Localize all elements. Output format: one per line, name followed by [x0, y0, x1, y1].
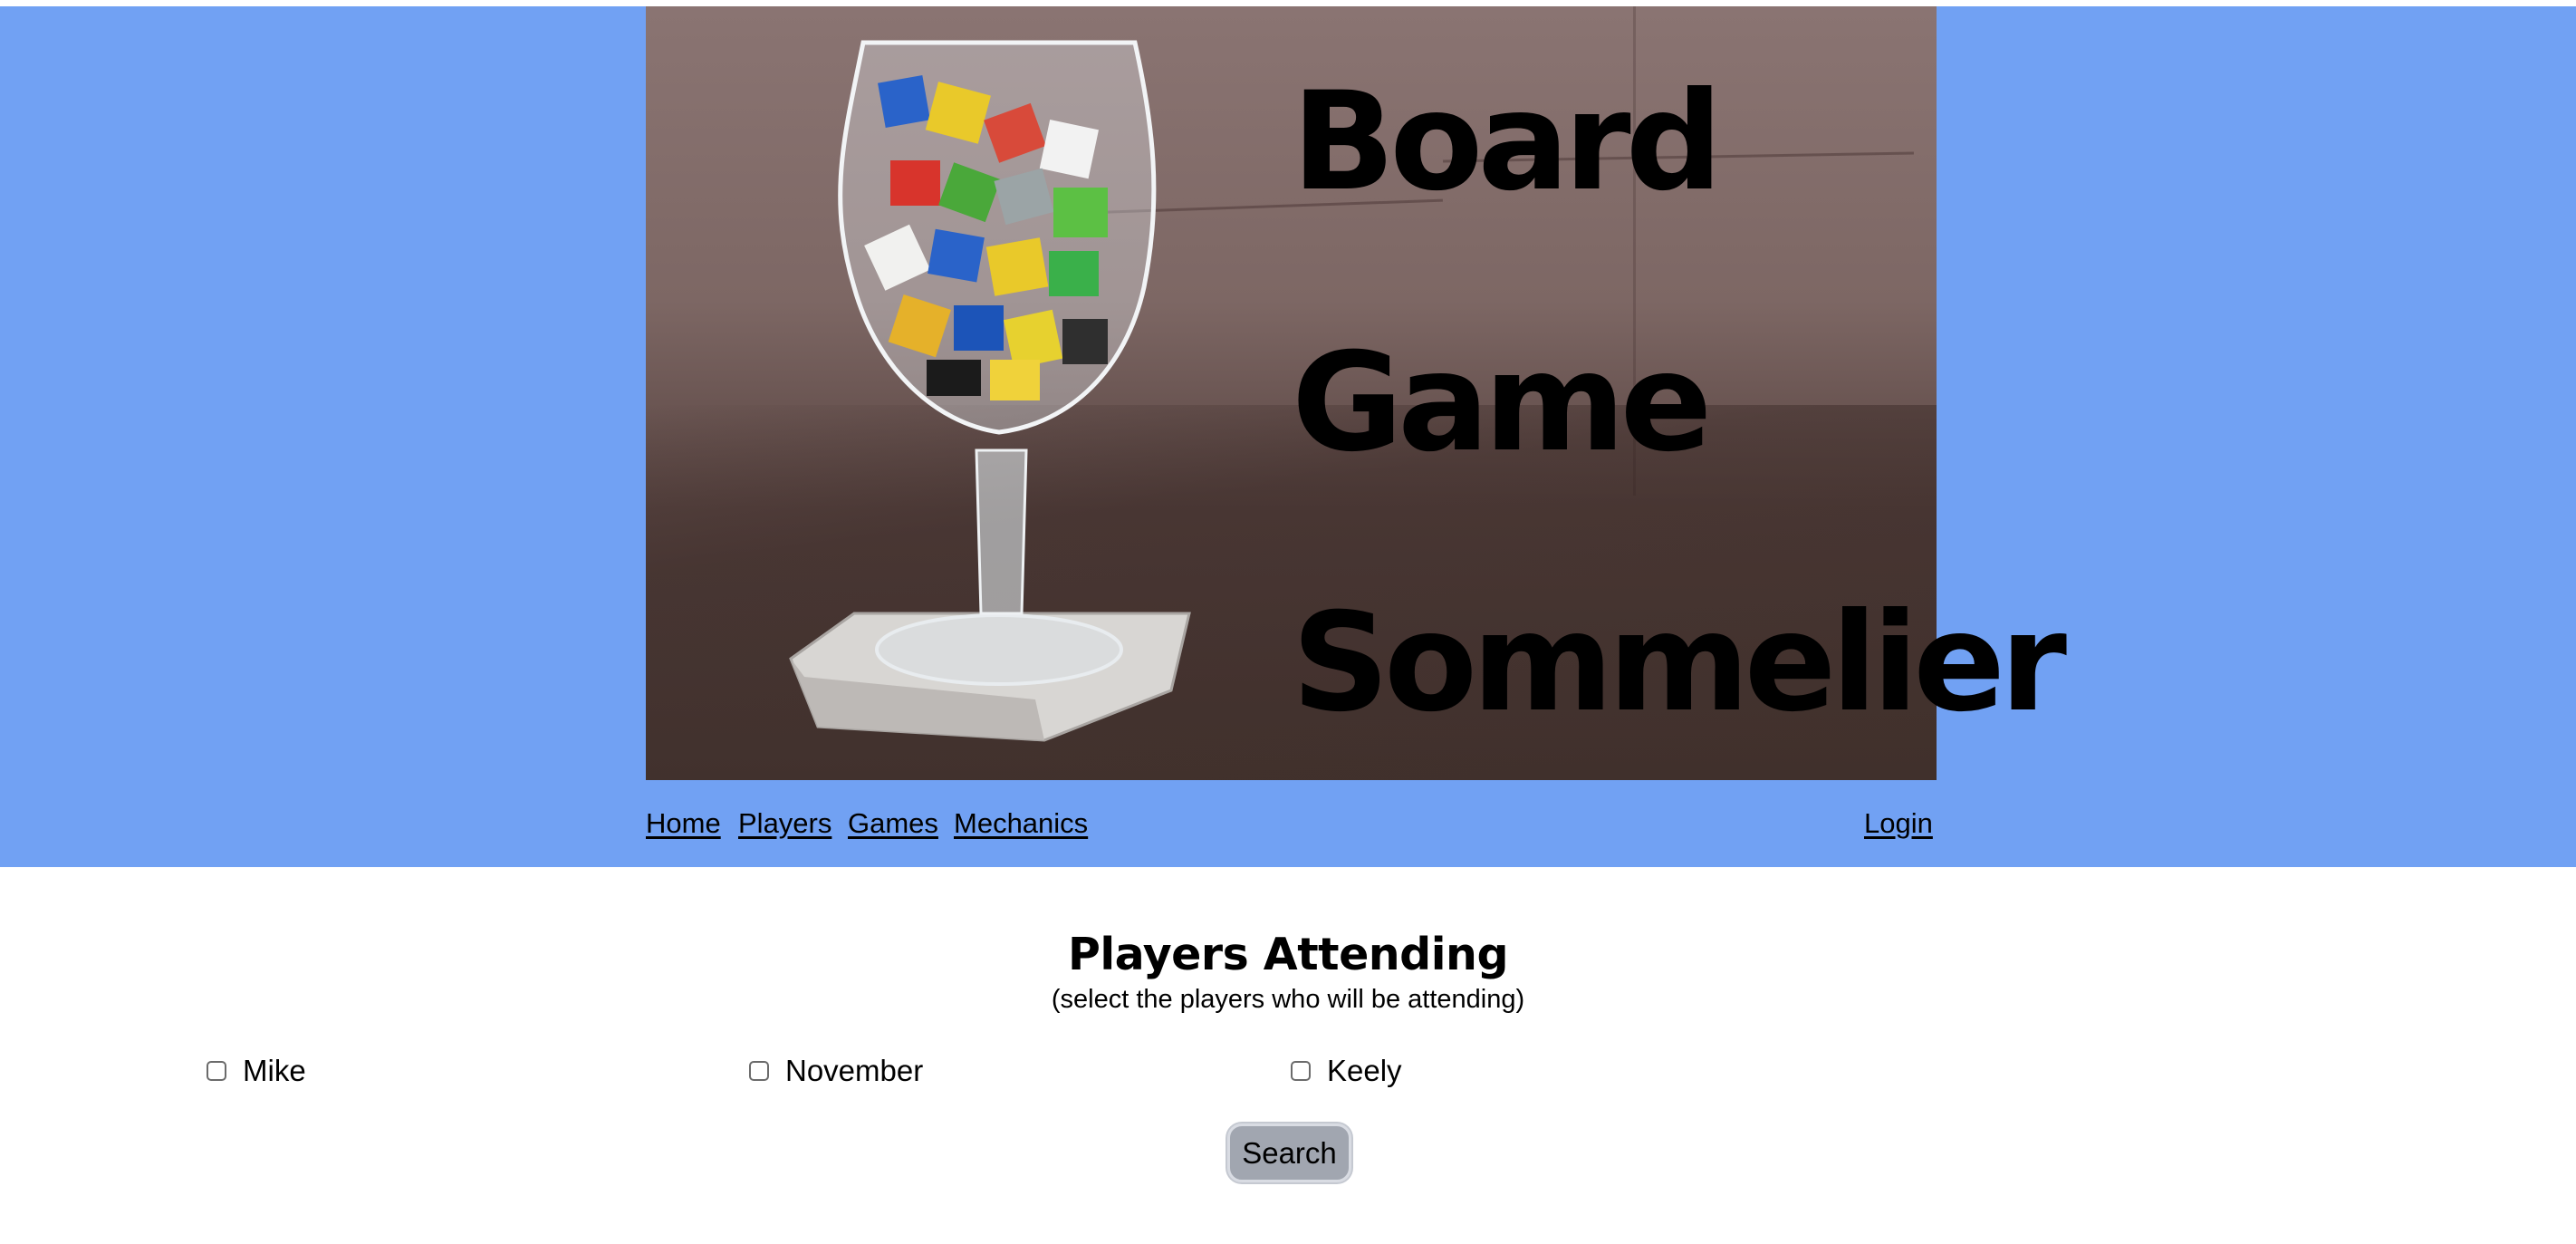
nav-link-mechanics[interactable]: Mechanics [954, 807, 1088, 840]
site-title-line-2: Game [1292, 324, 1712, 482]
glass-of-meeples-icon [789, 40, 1191, 742]
nav-link-games[interactable]: Games [848, 807, 938, 840]
nav-link-players[interactable]: Players [738, 807, 831, 840]
player-label: Mike [243, 1054, 306, 1087]
player-option-keely[interactable]: Keely [1291, 1051, 1402, 1091]
player-option-november[interactable]: November [749, 1051, 923, 1091]
player-label: November [785, 1054, 924, 1087]
player-option-mike[interactable]: Mike [207, 1051, 306, 1091]
page-title: Players Attending [1067, 929, 1509, 980]
site-header: Board Game Sommelier Home Players Games … [0, 6, 2576, 867]
search-button[interactable]: Search [1227, 1123, 1351, 1182]
player-checkbox-keely[interactable] [1291, 1061, 1311, 1081]
player-label: Keely [1327, 1054, 1402, 1087]
site-title-line-1: Board [1292, 63, 1723, 221]
main-nav: Home Players Games Mechanics Login [646, 795, 1937, 849]
page-subtitle: (select the players who will be attendin… [1051, 985, 1525, 1014]
player-checkbox-mike[interactable] [207, 1061, 226, 1081]
player-list: Mike November Keely [0, 1051, 2576, 1096]
nav-link-home[interactable]: Home [646, 807, 721, 840]
nav-link-login[interactable]: Login [1864, 807, 1933, 840]
player-checkbox-november[interactable] [749, 1061, 769, 1081]
site-title-line-3: Sommelier [1292, 584, 2067, 742]
